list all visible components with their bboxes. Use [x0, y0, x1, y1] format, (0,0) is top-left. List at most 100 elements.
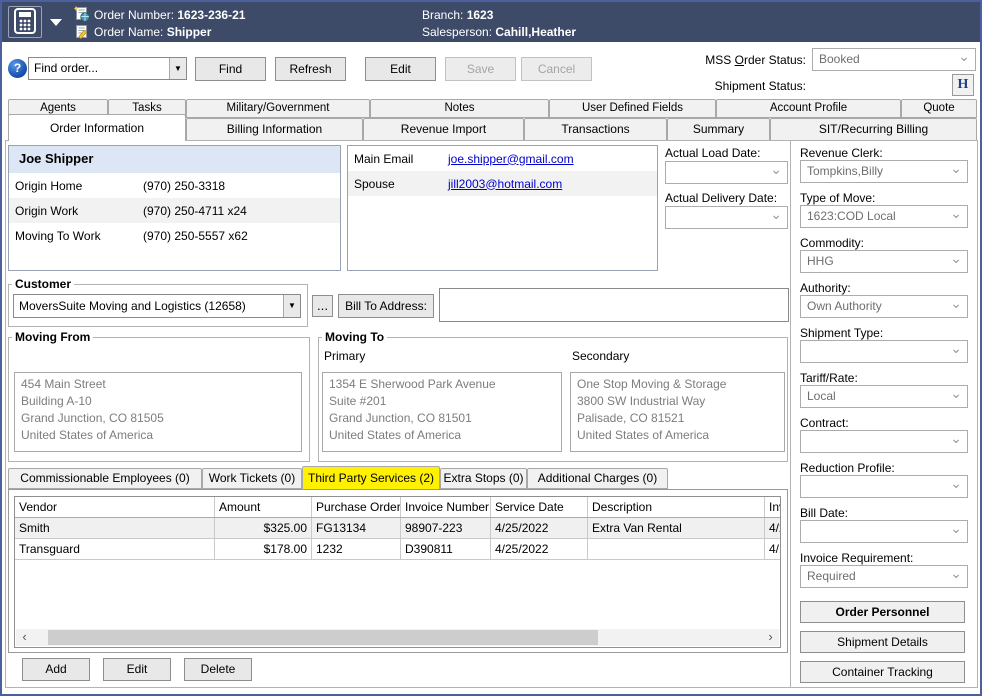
phone-row[interactable]: Moving To Work (970) 250-5557 x62: [9, 223, 340, 248]
column-header-amount[interactable]: Amount: [215, 497, 312, 517]
find-order-dropdown-button[interactable]: ▼: [169, 58, 186, 79]
column-header-invoice-number[interactable]: Invoice Number: [401, 497, 491, 517]
tab-quote[interactable]: Quote: [901, 99, 977, 118]
find-button[interactable]: Find: [195, 57, 266, 81]
cancel-button[interactable]: Cancel: [521, 57, 592, 81]
tab-revenue-import[interactable]: Revenue Import: [363, 118, 524, 141]
horizontal-scrollbar[interactable]: ‹ ›: [16, 629, 779, 646]
scroll-right-arrow[interactable]: ›: [762, 629, 779, 646]
phone-row[interactable]: Origin Work (970) 250-4711 x24: [9, 198, 340, 223]
contract-dropdown[interactable]: ⌄: [800, 430, 968, 453]
scrollbar-thumb[interactable]: [48, 630, 598, 645]
invoice-requirement-dropdown[interactable]: Required ⌄: [800, 565, 968, 588]
phone-row[interactable]: Origin Home (970) 250-3318: [9, 173, 340, 198]
add-button[interactable]: Add: [22, 658, 90, 681]
container-tracking-button[interactable]: Container Tracking: [800, 661, 965, 683]
save-button[interactable]: Save: [445, 57, 516, 81]
column-header-vendor[interactable]: Vendor: [15, 497, 215, 517]
actual-load-date-dropdown[interactable]: ⌄: [665, 161, 788, 184]
find-order-combobox[interactable]: Find order... ▼: [28, 57, 187, 80]
moving-to-primary-address[interactable]: 1354 E Sherwood Park Avenue Suite #201 G…: [322, 372, 562, 452]
type-of-move-dropdown[interactable]: 1623:COD Local ⌄: [800, 205, 968, 228]
bill-to-address-field[interactable]: [439, 288, 789, 322]
order-number-value: 1623-236-21: [177, 8, 245, 22]
order-personnel-button[interactable]: Order Personnel: [800, 601, 965, 623]
tariff-rate-dropdown[interactable]: Local ⌄: [800, 385, 968, 408]
app-menu-caret-icon[interactable]: [50, 19, 62, 26]
shipment-type-dropdown[interactable]: ⌄: [800, 340, 968, 363]
delete-button[interactable]: Delete: [184, 658, 252, 681]
reduction-profile-dropdown[interactable]: ⌄: [800, 475, 968, 498]
cell-amount: $178.00: [215, 539, 312, 559]
subtab-extra-stops[interactable]: Extra Stops (0): [440, 468, 527, 489]
chevron-down-icon: ⌄: [770, 161, 782, 178]
column-header-service-date[interactable]: Service Date: [491, 497, 588, 517]
moving-to-secondary-label: Secondary: [572, 349, 629, 363]
type-of-move-value: 1623:COD Local: [807, 209, 947, 223]
moving-from-label: Moving From: [12, 330, 93, 344]
cell-purchase-order: FG13134: [312, 518, 401, 538]
tab-account-profile[interactable]: Account Profile: [716, 99, 901, 118]
column-header-invoice[interactable]: Invo: [765, 497, 780, 517]
subtab-work-tickets[interactable]: Work Tickets (0): [202, 468, 302, 489]
tab-notes[interactable]: Notes: [370, 99, 549, 118]
column-header-description[interactable]: Description: [588, 497, 765, 517]
shipment-status-history-button[interactable]: H: [952, 74, 974, 96]
subtab-third-party-services[interactable]: Third Party Services (2): [302, 466, 440, 489]
salesperson-value: Cahill,Heather: [495, 25, 576, 39]
email-row[interactable]: Main Email joe.shipper@gmail.com: [348, 146, 657, 171]
tariff-rate-label: Tariff/Rate:: [800, 371, 858, 385]
tab-military-government[interactable]: Military/Government: [186, 99, 370, 118]
branch-label: Branch:: [422, 8, 463, 22]
actual-delivery-date-dropdown[interactable]: ⌄: [665, 206, 788, 229]
tab-sit-recurring-billing[interactable]: SIT/Recurring Billing: [770, 118, 977, 141]
help-icon[interactable]: ?: [8, 59, 27, 78]
chevron-down-icon: ⌄: [950, 430, 962, 447]
phone-label: Moving To Work: [9, 229, 143, 243]
mss-order-status-value: Booked: [819, 52, 955, 66]
revenue-clerk-dropdown[interactable]: Tompkins,Billy ⌄: [800, 160, 968, 183]
moving-to-secondary-address[interactable]: One Stop Moving & Storage 3800 SW Indust…: [570, 372, 785, 452]
column-header-purchase-order[interactable]: Purchase Order: [312, 497, 401, 517]
tab-billing-information[interactable]: Billing Information: [186, 118, 363, 141]
edit-row-button[interactable]: Edit: [103, 658, 171, 681]
order-name-label: Order Name:: [94, 25, 163, 39]
tab-order-information[interactable]: Order Information: [8, 114, 186, 141]
scroll-left-arrow[interactable]: ‹: [16, 629, 33, 646]
edit-button[interactable]: Edit: [365, 57, 436, 81]
commodity-dropdown[interactable]: HHG ⌄: [800, 250, 968, 273]
shipment-status-label: Shipment Status:: [715, 79, 806, 93]
app-menu-button[interactable]: [8, 6, 42, 38]
email-row[interactable]: Spouse jill2003@hotmail.com: [348, 171, 657, 196]
tab-transactions[interactable]: Transactions: [524, 118, 667, 141]
phone-label: Origin Work: [9, 204, 143, 218]
revenue-clerk-value: Tompkins,Billy: [807, 164, 947, 178]
tab-user-defined-fields[interactable]: User Defined Fields: [549, 99, 716, 118]
email-link[interactable]: joe.shipper@gmail.com: [448, 152, 574, 166]
moving-from-address[interactable]: 454 Main Street Building A-10 Grand Junc…: [14, 372, 302, 452]
customer-more-button[interactable]: ...: [312, 295, 333, 317]
refresh-button[interactable]: Refresh: [275, 57, 346, 81]
reduction-profile-label: Reduction Profile:: [800, 461, 895, 475]
customer-dropdown-button[interactable]: ▼: [283, 295, 300, 317]
bill-date-dropdown[interactable]: ⌄: [800, 520, 968, 543]
keypad-app-icon: [12, 7, 38, 38]
chevron-down-icon: ⌄: [950, 475, 962, 492]
cell-purchase-order: 1232: [312, 539, 401, 559]
table-row[interactable]: Transguard $178.00 1232 D390811 4/25/202…: [15, 539, 780, 560]
subtab-commissionable-employees[interactable]: Commissionable Employees (0): [8, 468, 202, 489]
tab-summary[interactable]: Summary: [667, 118, 770, 141]
chevron-down-icon: ⌄: [950, 295, 962, 312]
shipment-details-button[interactable]: Shipment Details: [800, 631, 965, 653]
email-link[interactable]: jill2003@hotmail.com: [448, 177, 562, 191]
subtab-additional-charges[interactable]: Additional Charges (0): [527, 468, 668, 489]
order-number-icon: [74, 6, 90, 22]
chevron-down-icon: ⌄: [958, 48, 970, 65]
moving-to-primary-label: Primary: [324, 349, 365, 363]
bill-to-address-button[interactable]: Bill To Address:: [338, 294, 434, 318]
table-row[interactable]: Smith $325.00 FG13134 98907-223 4/25/202…: [15, 518, 780, 539]
customer-combobox[interactable]: MoversSuite Moving and Logistics (12658)…: [13, 294, 301, 318]
mss-order-status-dropdown[interactable]: Booked ⌄: [812, 48, 976, 71]
cell-invoice: 4/25: [765, 518, 780, 538]
authority-dropdown[interactable]: Own Authority ⌄: [800, 295, 968, 318]
